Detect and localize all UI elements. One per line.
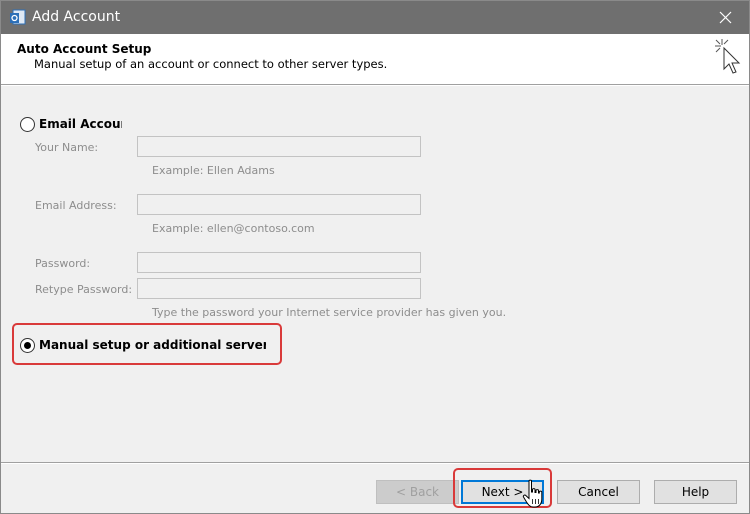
your-name-label: Your Name: xyxy=(35,141,99,154)
password-label: Password: xyxy=(35,257,91,270)
close-icon xyxy=(719,11,732,24)
cancel-button[interactable]: Cancel xyxy=(557,480,640,504)
email-account-radio[interactable] xyxy=(20,117,35,132)
close-button[interactable] xyxy=(703,1,749,34)
magic-wand-cursor-icon xyxy=(715,39,741,74)
your-name-input[interactable] xyxy=(137,136,421,157)
wizard-header: Auto Account Setup Manual setup of an ac… xyxy=(1,34,749,84)
manual-setup-label[interactable]: Manual setup or additional server types xyxy=(39,338,266,352)
email-account-label[interactable]: Email Account xyxy=(39,117,122,131)
email-address-label: Email Address: xyxy=(35,199,117,212)
password-input[interactable] xyxy=(137,252,421,273)
header-divider-highlight xyxy=(1,85,749,86)
help-button[interactable]: Help xyxy=(654,480,737,504)
manual-setup-radio[interactable] xyxy=(20,338,35,353)
page-title: Auto Account Setup xyxy=(17,42,152,56)
email-address-hint: Example: ellen@contoso.com xyxy=(152,222,315,235)
email-address-input[interactable] xyxy=(137,194,421,215)
add-account-dialog: Add Account Auto Account Setup Manual se… xyxy=(0,0,750,514)
title-bar[interactable]: Add Account xyxy=(1,1,749,34)
outlook-app-icon xyxy=(10,9,26,25)
hand-pointer-icon xyxy=(522,479,543,508)
footer-divider-highlight xyxy=(1,463,749,464)
window-title: Add Account xyxy=(32,9,121,25)
back-button[interactable]: < Back xyxy=(376,480,459,504)
your-name-hint: Example: Ellen Adams xyxy=(152,164,275,177)
page-subtitle: Manual setup of an account or connect to… xyxy=(34,57,388,71)
password-hint: Type the password your Internet service … xyxy=(152,306,507,319)
retype-password-input[interactable] xyxy=(137,278,421,299)
retype-password-label: Retype Password: xyxy=(35,283,133,296)
